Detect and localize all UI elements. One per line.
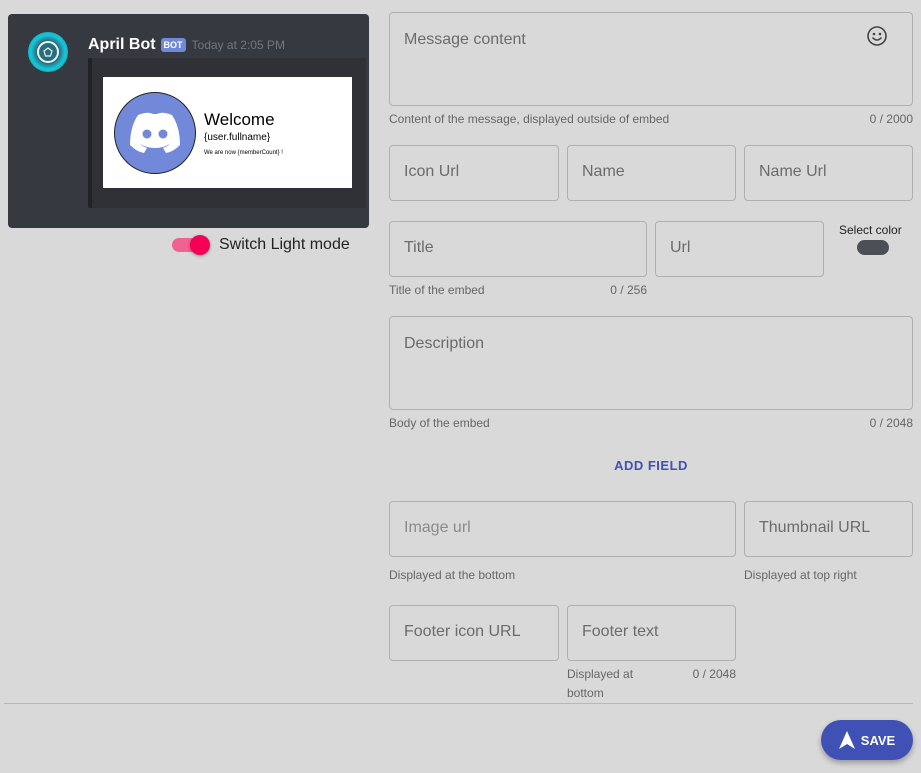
save-label: SAVE (860, 732, 896, 748)
description-counter: 0 / 2048 (869, 416, 913, 430)
message-content-counter: 0 / 2000 (869, 112, 913, 126)
icon-url-placeholder: Icon Url (404, 163, 460, 180)
description-placeholder: Description (404, 335, 485, 352)
divider (4, 703, 913, 704)
message-content-helper: Content of the message, displayed outsid… (389, 112, 670, 126)
select-color-label: Select color (839, 223, 902, 237)
footer-icon-url-field[interactable]: Footer icon URL (389, 605, 559, 661)
embed-image: Welcome {user.fullname} We are now {memb… (103, 77, 352, 188)
add-field-button[interactable]: ADD FIELD (606, 456, 696, 476)
name-field[interactable]: Name (567, 145, 736, 201)
message-header: April Bot BOT Today at 2:05 PM (88, 36, 285, 54)
icon-url-field[interactable]: Icon Url (389, 145, 559, 201)
url-placeholder: Url (670, 239, 691, 256)
color-picker-swatch[interactable] (857, 240, 889, 255)
footer-text-field[interactable]: Footer text (567, 605, 736, 661)
welcome-count: We are now {memberCount} ! (204, 149, 283, 156)
bot-badge: BOT (160, 38, 186, 52)
footer-text-counter: 0 / 2048 (692, 667, 736, 681)
save-button[interactable]: SAVE (821, 720, 913, 760)
footer-text-helper-line1: Displayed at (567, 667, 634, 681)
image-url-placeholder: Image url (404, 519, 471, 536)
footer-text-placeholder: Footer text (582, 623, 659, 640)
footer-text-helper-line2: bottom (567, 686, 604, 700)
name-url-field[interactable]: Name Url (744, 145, 913, 201)
theme-toggle[interactable]: Switch Light mode (172, 235, 350, 255)
title-counter: 0 / 256 (610, 283, 647, 297)
description-helper: Body of the embed (389, 416, 490, 430)
footer-icon-url-placeholder: Footer icon URL (404, 623, 521, 640)
url-field[interactable]: Url (655, 221, 824, 277)
thumbnail-url-field[interactable]: Thumbnail URL (744, 501, 913, 557)
title-placeholder: Title (404, 239, 434, 256)
welcome-user: {user.fullname} (204, 131, 271, 143)
bot-name: April Bot (88, 36, 156, 53)
message-timestamp: Today at 2:05 PM (191, 38, 285, 52)
title-helper: Title of the embed (389, 283, 485, 297)
message-content-placeholder: Message content (404, 31, 526, 48)
embed-preview: Welcome {user.fullname} We are now {memb… (88, 58, 366, 208)
toggle-switch[interactable] (172, 235, 210, 255)
image-url-helper: Displayed at the bottom (389, 568, 516, 582)
welcome-title: Welcome (204, 109, 275, 129)
name-url-placeholder: Name Url (759, 163, 827, 180)
message-content-field[interactable]: Message content (389, 12, 913, 106)
send-arrow-icon (838, 731, 855, 749)
message-preview: April Bot BOT Today at 2:05 PM Welcome {… (8, 14, 369, 228)
title-field[interactable]: Title (389, 221, 647, 277)
thumbnail-url-placeholder: Thumbnail URL (759, 519, 871, 536)
thumbnail-url-helper: Displayed at top right (744, 568, 857, 582)
smiley-icon[interactable] (867, 26, 887, 46)
toggle-label: Switch Light mode (219, 236, 350, 253)
description-field[interactable]: Description (389, 316, 913, 410)
toggle-thumb[interactable] (190, 235, 210, 255)
bot-avatar-icon (28, 32, 68, 72)
discord-logo-icon (114, 91, 196, 174)
image-url-field[interactable]: Image url (389, 501, 736, 557)
name-placeholder: Name (582, 163, 625, 180)
